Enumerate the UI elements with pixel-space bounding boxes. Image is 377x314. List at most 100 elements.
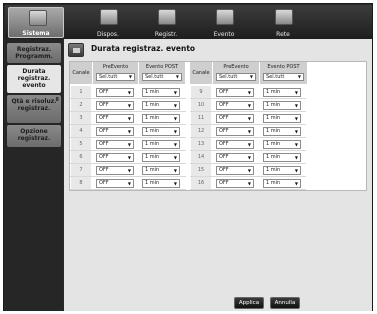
preevento-select[interactable]: OFF ▼: [216, 178, 254, 188]
nav-qta-risoluz-registraz[interactable]: Qtà e risoluz. registraz. 8: [7, 95, 61, 123]
preevento-select-value: OFF: [219, 101, 229, 108]
header-eventopost: Evento POST Sel.tutt ▼: [139, 62, 185, 84]
chevron-down-icon: ▼: [247, 180, 251, 186]
nav-opzione-registraz[interactable]: Opzione registraz.: [7, 125, 61, 147]
eventopost-select-value: 1 min: [266, 114, 281, 121]
channel-number: 14: [191, 151, 211, 163]
row-divider: [190, 189, 306, 190]
apply-label: Applica: [238, 300, 260, 306]
eventopost-select[interactable]: 1 min ▼: [263, 126, 301, 136]
preevento-select[interactable]: OFF ▼: [96, 139, 134, 149]
tab-registrazione[interactable]: Registr.: [138, 7, 194, 38]
chevron-down-icon: ▼: [175, 74, 179, 79]
chevron-down-icon: ▼: [247, 89, 251, 95]
select-all-value: Sel.tutt: [99, 74, 118, 80]
tab-sistema[interactable]: Sistema: [8, 7, 64, 38]
preevento-select[interactable]: OFF ▼: [96, 126, 134, 136]
eventopost-select-all[interactable]: Sel.tutt ▼: [142, 73, 182, 81]
preevento-select[interactable]: OFF ▼: [96, 178, 134, 188]
eventopost-select[interactable]: 1 min ▼: [142, 178, 180, 188]
chevron-down-icon: ▼: [127, 128, 131, 134]
nav-registraz-programm[interactable]: Registraz. Programm.: [7, 43, 61, 63]
eventopost-select[interactable]: 1 min ▼: [142, 165, 180, 175]
tab-label: Evento: [213, 31, 235, 38]
tab-label: Registr.: [154, 31, 178, 38]
tab-dispositivi[interactable]: Dispos.: [80, 7, 136, 38]
eventopost-select[interactable]: 1 min ▼: [142, 139, 180, 149]
nav-durata-registraz-evento[interactable]: Durata registraz. evento: [7, 65, 61, 93]
header-preevento-label: PreEvento: [102, 64, 129, 70]
preevento-select[interactable]: OFF ▼: [216, 165, 254, 175]
eventopost-select[interactable]: 1 min ▼: [263, 178, 301, 188]
tab-evento[interactable]: Evento: [196, 7, 252, 38]
eventopost-select[interactable]: 1 min ▼: [142, 113, 180, 123]
preevento-select-value: OFF: [219, 127, 229, 134]
preevento-select-value: OFF: [219, 153, 229, 160]
nav-label: Registraz. Programm.: [15, 46, 53, 60]
nav-label: Opzione registraz.: [17, 128, 51, 142]
channel-number: 2: [71, 99, 91, 111]
preevento-select[interactable]: OFF ▼: [216, 87, 254, 97]
eventopost-select[interactable]: 1 min ▼: [263, 152, 301, 162]
preevento-select[interactable]: OFF ▼: [216, 113, 254, 123]
row-divider: [70, 189, 186, 190]
eventopost-select-value: 1 min: [266, 179, 281, 186]
chevron-down-icon: ▼: [294, 89, 298, 95]
channel-number: 16: [191, 177, 211, 189]
eventopost-select-value: 1 min: [266, 166, 281, 173]
eventopost-select-value: 1 min: [145, 101, 160, 108]
tab-label: Dispos.: [97, 31, 119, 38]
cancel-button[interactable]: Annulla: [270, 297, 300, 309]
preevento-select[interactable]: OFF ▼: [216, 126, 254, 136]
preevento-select-all[interactable]: Sel.tutt ▼: [216, 73, 256, 81]
eventopost-select[interactable]: 1 min ▼: [263, 139, 301, 149]
preevento-select[interactable]: OFF ▼: [96, 152, 134, 162]
preevento-select[interactable]: OFF ▼: [96, 87, 134, 97]
chevron-down-icon: ▼: [294, 128, 298, 134]
eventopost-select-all[interactable]: Sel.tutt ▼: [263, 73, 304, 81]
eventopost-select[interactable]: 1 min ▼: [263, 87, 301, 97]
preevento-select-all[interactable]: Sel.tutt ▼: [96, 73, 135, 81]
eventopost-select[interactable]: 1 min ▼: [263, 100, 301, 110]
eventopost-select[interactable]: 1 min ▼: [142, 152, 180, 162]
eventopost-select-value: 1 min: [145, 88, 160, 95]
header-canale-label: Canale: [192, 70, 210, 76]
preevento-select[interactable]: OFF ▼: [96, 100, 134, 110]
eventopost-select-value: 1 min: [266, 140, 281, 147]
preevento-select[interactable]: OFF ▼: [216, 139, 254, 149]
preevento-select[interactable]: OFF ▼: [96, 113, 134, 123]
chevron-down-icon: ▼: [247, 167, 251, 173]
eventopost-select[interactable]: 1 min ▼: [142, 126, 180, 136]
page-title: Durata registraz. evento: [91, 44, 196, 53]
preevento-select-value: OFF: [219, 88, 229, 95]
channel-number: 11: [191, 112, 211, 124]
channel-number: 4: [71, 125, 91, 137]
chevron-down-icon: ▼: [127, 102, 131, 108]
tab-label: Sistema: [22, 30, 50, 37]
tab-rete[interactable]: Rete: [255, 7, 311, 38]
eventopost-select[interactable]: 1 min ▼: [142, 87, 180, 97]
header-canale-label: Canale: [72, 70, 90, 76]
camera-icon: [100, 9, 118, 25]
preevento-select[interactable]: OFF ▼: [216, 100, 254, 110]
eventopost-select[interactable]: 1 min ▼: [263, 165, 301, 175]
top-menu-bar: Sistema Dispos. Registr. Evento Rete: [5, 5, 372, 39]
header-eventopost: Evento POST Sel.tutt ▼: [260, 62, 307, 84]
preevento-select-value: OFF: [99, 88, 109, 95]
eventopost-select[interactable]: 1 min ▼: [142, 100, 180, 110]
chevron-down-icon: ▼: [127, 180, 131, 186]
channel-number: 1: [71, 86, 91, 98]
chevron-down-icon: ▼: [173, 89, 177, 95]
cancel-label: Annulla: [274, 300, 296, 306]
preevento-select[interactable]: OFF ▼: [216, 152, 254, 162]
header-eventopost-label: Evento POST: [267, 64, 300, 70]
eventopost-select-value: 1 min: [266, 101, 281, 108]
channel-number: 9: [191, 86, 211, 98]
chevron-down-icon: ▼: [294, 154, 298, 160]
preevento-select[interactable]: OFF ▼: [96, 165, 134, 175]
preevento-select-value: OFF: [99, 166, 109, 173]
header-preevento: PreEvento Sel.tutt ▼: [93, 62, 138, 84]
apply-button[interactable]: Applica: [234, 297, 264, 309]
eventopost-select[interactable]: 1 min ▼: [263, 113, 301, 123]
chevron-down-icon: ▼: [297, 74, 301, 79]
